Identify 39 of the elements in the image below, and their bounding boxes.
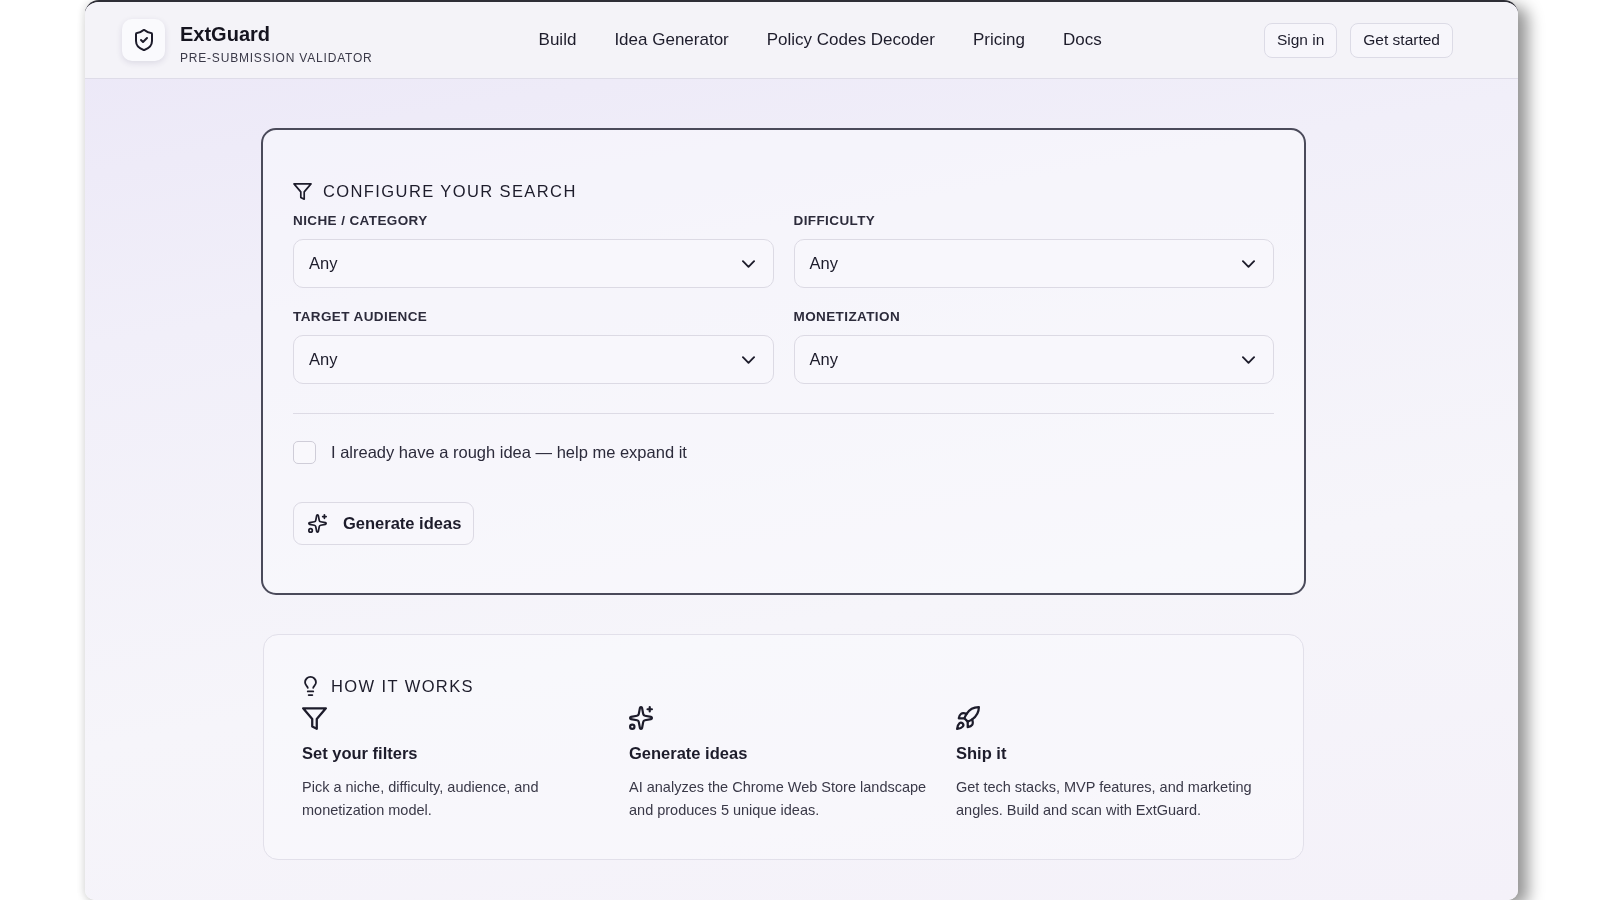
nav-link[interactable]: Docs [1062, 30, 1102, 50]
checkbox-label: I already have a rough idea — help me expand it [331, 442, 687, 462]
step-title: Set your filters [302, 743, 418, 764]
step-description: Get tech stacks, MVP features, and marketing angles. Build and scan with ExtGuard. [956, 778, 1253, 820]
nav-link[interactable]: Idea Generator [614, 30, 729, 50]
field-label: NICHE / CATEGORY [293, 212, 428, 230]
generate-ideas-button[interactable]: Generate ideas [293, 502, 475, 545]
sparkles-icon [308, 514, 327, 533]
checkbox[interactable] [293, 440, 316, 464]
nav-link[interactable]: Build [538, 30, 577, 50]
chevron-down-icon [741, 259, 755, 268]
select-field[interactable]: Any [293, 239, 774, 288]
sparkles-icon [629, 706, 653, 730]
funnel-icon [293, 182, 312, 200]
chevron-down-icon [741, 355, 755, 364]
nav-link[interactable]: Policy Codes Decoder [766, 30, 935, 50]
field-label: DIFFICULTY [793, 212, 876, 230]
brand-name: ExtGuard [180, 21, 272, 46]
header-button[interactable]: Sign in [1263, 22, 1338, 58]
step-title: Ship it [956, 743, 1007, 764]
section-title: HOW IT WORKS [331, 676, 474, 697]
step-title: Generate ideas [629, 743, 748, 764]
funnel-icon [302, 706, 327, 730]
lightbulb-icon [304, 676, 317, 696]
rocket-icon [956, 706, 980, 730]
select-field[interactable]: Any [293, 335, 774, 384]
field-label: MONETIZATION [793, 308, 901, 326]
step-description: AI analyzes the Chrome Web Store landscape and produces 5 unique ideas. [629, 778, 928, 820]
nav-link[interactable]: Pricing [972, 30, 1025, 50]
header-button[interactable]: Get started [1350, 22, 1453, 58]
shield-check-icon[interactable] [122, 19, 165, 61]
chevron-down-icon [1242, 355, 1255, 364]
brand-tagline: PRE-SUBMISSION VALIDATOR [180, 49, 373, 66]
field-label: TARGET AUDIENCE [293, 308, 428, 326]
select-field[interactable]: Any [793, 239, 1274, 288]
select-field[interactable]: Any [793, 335, 1274, 384]
step-description: Pick a niche, difficulty, audience, and monetization model. [302, 778, 540, 820]
section-title: CONFIGURE YOUR SEARCH [323, 181, 577, 202]
chevron-down-icon [1242, 259, 1255, 268]
